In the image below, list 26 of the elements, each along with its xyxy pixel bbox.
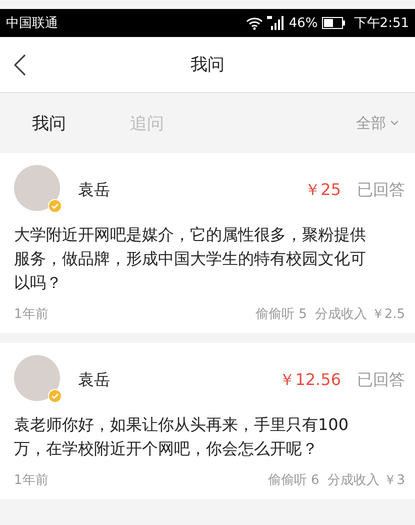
- listen-stats: 偷偷听 6 分成收入 ￥3: [268, 472, 405, 489]
- tab[interactable]: 我问: [20, 106, 78, 140]
- listen-stats: 偷偷听 5 分成收入 ￥2.5: [256, 306, 405, 323]
- post-time: 1年前: [14, 306, 48, 323]
- avatar: [14, 355, 60, 401]
- caret-icon: [390, 120, 399, 126]
- clock: 下午2:51: [354, 15, 409, 32]
- user-name: 袁岳: [78, 370, 110, 390]
- page-title: 我问: [190, 54, 224, 76]
- carrier-name: 中国联通: [6, 15, 58, 32]
- answer-status: 已回答: [357, 180, 405, 200]
- answer-status: 已回答: [357, 370, 405, 390]
- post-time: 1年前: [14, 472, 48, 489]
- wifi-icon: [246, 16, 263, 30]
- battery-icon: [322, 17, 346, 29]
- question-text: 袁老师你好，如果让你从头再来，手里只有100万，在学校附近开个网吧，你会怎么开呢？: [14, 414, 350, 460]
- question-card[interactable]: 袁岳 ￥25 已回答 大学附近开网吧是媒介，它的属性很多，聚粉提供服务，做品牌，形成中国大学生的特有校园文化可以吗？ 1年前 偷偷听 5 分成收入 ￥2.5: [0, 153, 415, 333]
- user-name: 袁岳: [78, 180, 110, 200]
- battery-percent: 46%: [288, 16, 318, 30]
- back-icon[interactable]: [14, 54, 26, 76]
- signal-icon: [266, 16, 285, 30]
- price: ￥12.56: [279, 370, 341, 390]
- avatar: [14, 165, 60, 211]
- question-text: 大学附近开网吧是媒介，它的属性很多，聚粉提供服务，做品牌，形成中国大学生的特有校园文化可以吗？: [14, 224, 367, 294]
- question-card[interactable]: 袁岳 ￥12.56 已回答 袁老师你好，如果让你从头再来，手里只有100万，在学校附近开个网吧，你会怎么开呢？ 1年前 偷偷听 6 分成收入 ￥3: [0, 343, 415, 499]
- price: ￥25: [304, 180, 341, 200]
